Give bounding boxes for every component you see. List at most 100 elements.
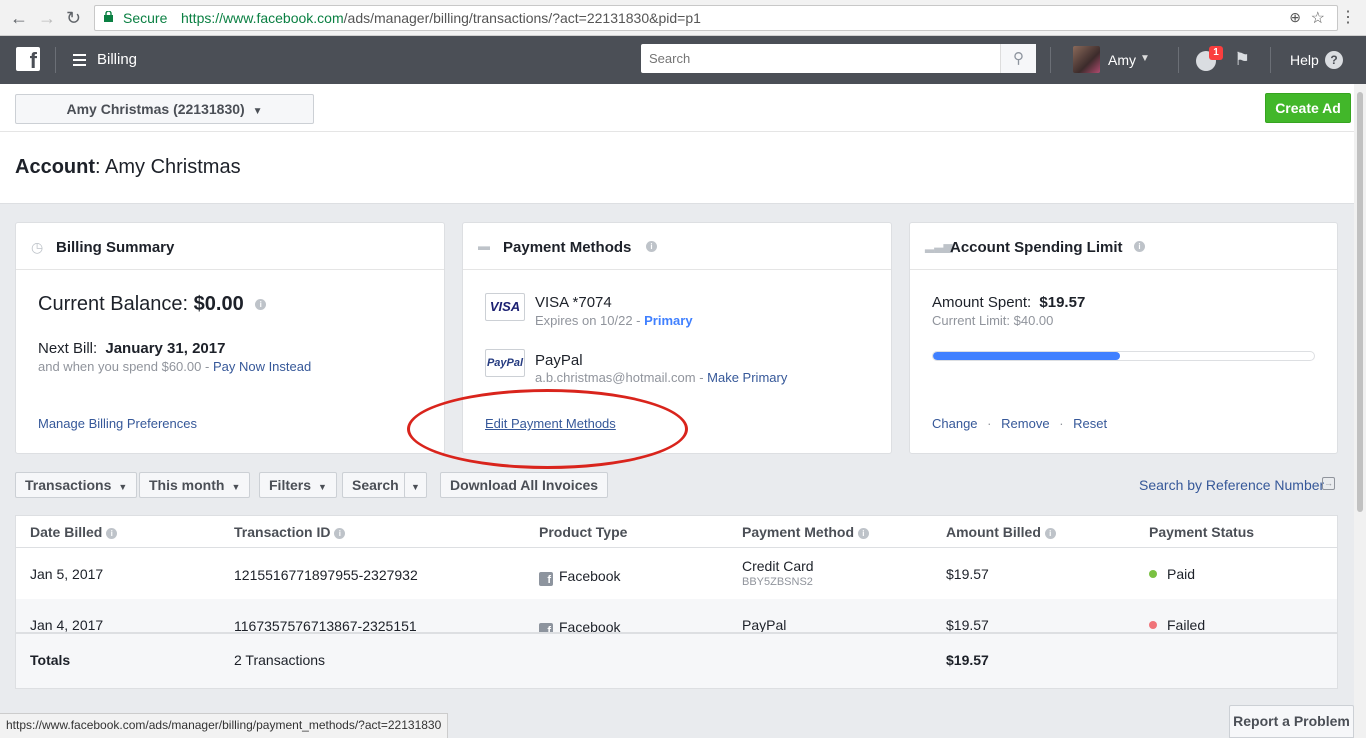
search-dropdown-toggle[interactable]: ▼ bbox=[404, 472, 427, 498]
search-input[interactable] bbox=[641, 44, 996, 73]
change-limit-link[interactable]: Change bbox=[932, 416, 978, 431]
avatar[interactable] bbox=[1073, 46, 1100, 73]
info-icon[interactable]: i bbox=[255, 299, 267, 311]
column-header[interactable]: Payment Method i bbox=[742, 524, 869, 540]
remove-limit-link[interactable]: Remove bbox=[1001, 416, 1049, 431]
notification-badge: 1 bbox=[1209, 46, 1223, 60]
search-button[interactable]: Search bbox=[342, 472, 408, 498]
chevron-down-icon: ▼ bbox=[252, 106, 263, 117]
separator: · bbox=[1059, 416, 1064, 431]
column-header[interactable]: Transaction ID i bbox=[234, 524, 346, 540]
account-selector-label: Amy Christmas (22131830) bbox=[66, 101, 245, 117]
flag-icon[interactable]: ⚑ bbox=[1234, 49, 1250, 70]
account-selector[interactable]: Amy Christmas (22131830) ▼ bbox=[15, 94, 314, 124]
next-bill-label: Next Bill: bbox=[38, 340, 98, 357]
username[interactable]: Amy bbox=[1108, 52, 1136, 68]
visa-logo-icon: VISA bbox=[485, 293, 525, 321]
browser-status-url: https://www.facebook.com/ads/manager/bil… bbox=[0, 713, 449, 738]
reset-limit-link[interactable]: Reset bbox=[1073, 416, 1107, 431]
transactions-dropdown[interactable]: Transactions ▼ bbox=[15, 472, 138, 498]
create-ad-button[interactable]: Create Ad bbox=[1265, 93, 1351, 123]
chevron-down-icon: ▼ bbox=[318, 482, 327, 492]
card-title: Payment Methods bbox=[503, 239, 632, 256]
make-primary-link[interactable]: Make Primary bbox=[707, 370, 787, 385]
table-row: Jan 5, 2017 1215516771897955-2327932 f Fa… bbox=[16, 548, 1337, 599]
help-icon[interactable]: ? bbox=[1325, 51, 1343, 69]
scrollbar-thumb[interactable] bbox=[1357, 92, 1363, 512]
limit-actions: Change · Remove · Reset bbox=[932, 416, 1107, 431]
card-title: Billing Summary bbox=[56, 239, 175, 256]
facebook-icon: f bbox=[539, 572, 553, 586]
amount-spent: Amount Spent: $19.57 bbox=[932, 294, 1085, 311]
status-dot-icon bbox=[1149, 621, 1157, 629]
search-bar: ⚲ bbox=[641, 44, 1036, 73]
spending-progress-bar bbox=[932, 351, 1315, 361]
column-header[interactable]: Payment Status bbox=[1149, 524, 1254, 540]
paypal-email: a.b.christmas@hotmail.com - bbox=[535, 370, 704, 385]
export-icon[interactable]: → bbox=[1322, 477, 1335, 490]
info-icon[interactable]: i bbox=[646, 241, 657, 252]
search-icon[interactable]: ⚲ bbox=[1000, 44, 1036, 73]
url-path: /ads/manager/billing/transactions/?act=2… bbox=[343, 10, 701, 26]
search-reference-link[interactable]: Search by Reference Number bbox=[1139, 477, 1324, 493]
totals-amount: $19.57 bbox=[946, 652, 989, 668]
url-text[interactable]: https://www.facebook.com/ads/manager/bil… bbox=[181, 10, 701, 26]
chevron-down-icon[interactable]: ▼ bbox=[1140, 53, 1150, 64]
column-header-label: Date Billed bbox=[30, 524, 103, 540]
transaction-id-link[interactable]: 1215516771897955-2327932 bbox=[234, 567, 418, 583]
download-invoices-button[interactable]: Download All Invoices bbox=[440, 472, 609, 498]
forward-arrow-icon[interactable]: → bbox=[38, 8, 56, 29]
manage-billing-link[interactable]: Manage Billing Preferences bbox=[38, 416, 197, 431]
spend-text: and when you spend $60.00 - bbox=[38, 359, 210, 374]
column-header[interactable]: Date Billed i bbox=[30, 524, 118, 540]
divider bbox=[0, 131, 1354, 132]
pay-now-link[interactable]: Pay Now Instead bbox=[213, 359, 311, 374]
separator: · bbox=[987, 416, 992, 431]
transactions-table: Date Billed i Transaction ID i Product T… bbox=[15, 515, 1338, 689]
payment-method-name: PayPal bbox=[535, 352, 583, 369]
info-icon[interactable]: i bbox=[106, 527, 118, 539]
filters-dropdown[interactable]: Filters ▼ bbox=[259, 472, 337, 498]
account-name: : Amy Christmas bbox=[95, 156, 241, 178]
progress-fill bbox=[933, 352, 1120, 360]
divider bbox=[1270, 47, 1271, 73]
help-link[interactable]: Help bbox=[1290, 52, 1319, 68]
divider bbox=[1178, 47, 1179, 73]
spent-value: $19.57 bbox=[1039, 294, 1086, 311]
period-dropdown[interactable]: This month ▼ bbox=[139, 472, 251, 498]
primary-label: Primary bbox=[644, 313, 693, 328]
edit-payment-methods-link[interactable]: Edit Payment Methods bbox=[485, 416, 616, 431]
card-icon: ▬ bbox=[478, 239, 490, 253]
section-title: Billing bbox=[97, 51, 138, 68]
chevron-down-icon: ▼ bbox=[231, 482, 241, 492]
payment-method: Credit Card BBY5ZBSNS2 bbox=[742, 558, 814, 588]
facebook-logo-icon[interactable]: f bbox=[16, 47, 40, 73]
column-header-label: Amount Billed bbox=[946, 524, 1041, 540]
info-icon[interactable]: i bbox=[1134, 241, 1145, 252]
status-badge: Failed bbox=[1167, 617, 1206, 633]
current-limit: Current Limit: $40.00 bbox=[932, 313, 1054, 328]
info-icon[interactable]: i bbox=[1044, 527, 1056, 539]
address-bar[interactable]: Secure https://www.facebook.com/ads/mana… bbox=[94, 5, 1338, 31]
column-header-label: Payment Method bbox=[742, 524, 855, 540]
product-name: Facebook bbox=[559, 568, 621, 584]
column-header[interactable]: Product Type bbox=[539, 524, 627, 540]
browser-menu-icon[interactable]: ⋮ bbox=[1340, 7, 1356, 27]
back-arrow-icon[interactable]: ← bbox=[10, 8, 28, 29]
lock-icon bbox=[104, 11, 113, 22]
expiry-text: Expires on 10/22 - bbox=[535, 313, 641, 328]
page-scrollbar[interactable] bbox=[1354, 84, 1366, 738]
bookmark-star-icon[interactable]: ☆ bbox=[1311, 8, 1325, 28]
hamburger-menu-icon[interactable] bbox=[73, 54, 86, 69]
reload-icon[interactable]: ↻ bbox=[66, 8, 81, 29]
info-icon[interactable]: i bbox=[334, 527, 346, 539]
zoom-icon[interactable]: ⊕ bbox=[1289, 9, 1301, 26]
divider bbox=[55, 47, 56, 73]
report-problem-button[interactable]: Report a Problem bbox=[1229, 705, 1354, 738]
current-balance: Current Balance: $0.00 i bbox=[38, 293, 267, 316]
column-header[interactable]: Amount Billed i bbox=[946, 524, 1056, 540]
balance-label: Current Balance: bbox=[38, 293, 189, 315]
card-header: ◷ Billing Summary bbox=[16, 223, 444, 270]
info-icon[interactable]: i bbox=[857, 527, 869, 539]
date-billed: Jan 5, 2017 bbox=[30, 566, 104, 582]
